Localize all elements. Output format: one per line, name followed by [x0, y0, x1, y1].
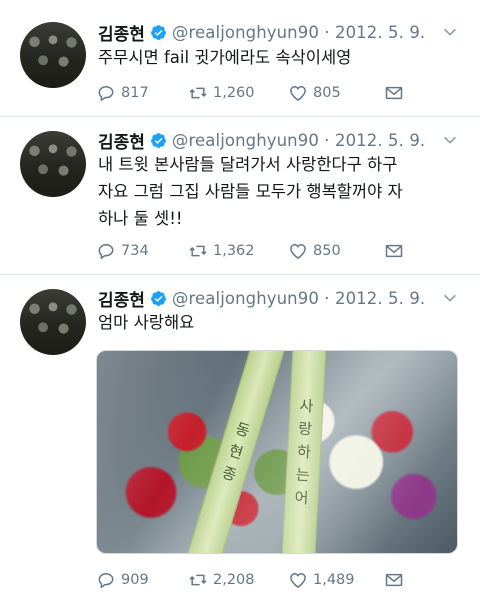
direct-message-button[interactable]: [384, 81, 409, 105]
chevron-down-icon[interactable]: [442, 24, 458, 40]
like-button[interactable]: 850: [288, 239, 341, 263]
reply-icon: [98, 572, 114, 589]
avatar[interactable]: [20, 289, 86, 355]
retweet-count: 1,260: [213, 85, 255, 101]
avatar[interactable]: [20, 131, 86, 197]
reply-count: 909: [121, 572, 149, 588]
tweet-actions: 909 2,208 1,489: [96, 568, 416, 592]
retweet-button[interactable]: 1,260: [188, 81, 255, 105]
verified-badge-icon: [150, 290, 166, 306]
tweet-text: 엄마 사랑해요: [98, 309, 468, 336]
tweet-1[interactable]: 김종현 @realjonghyun90 · 2012. 5. 9. 주무시면 f…: [0, 0, 480, 117]
retweet-count: 2,208: [213, 572, 255, 588]
handle-and-date[interactable]: @realjonghyun90 · 2012. 5. 9.: [172, 131, 425, 150]
chevron-down-icon[interactable]: [442, 132, 458, 148]
cellophane-shine: [97, 351, 457, 553]
display-name[interactable]: 김종현: [98, 20, 145, 45]
envelope-icon: [385, 573, 403, 587]
heart-icon: [290, 243, 306, 259]
verified-badge-icon: [150, 24, 166, 40]
like-button[interactable]: 805: [288, 81, 341, 105]
tweet-2[interactable]: 김종현 @realjonghyun90 · 2012. 5. 9. 내 트윗 본…: [0, 117, 480, 275]
retweet-icon: [189, 574, 207, 586]
reply-button[interactable]: 817: [96, 81, 149, 105]
tweet-text-line: 주무시면 fail 귓가에라도 속삭이세영: [98, 48, 352, 67]
like-count: 850: [313, 243, 341, 259]
retweet-icon: [189, 245, 207, 257]
like-count: 805: [313, 85, 341, 101]
envelope-icon: [385, 244, 403, 258]
heart-icon: [290, 85, 306, 101]
tweet-3[interactable]: 김종현 @realjonghyun90 · 2012. 5. 9. 엄마 사랑해…: [0, 275, 480, 608]
display-name[interactable]: 김종현: [98, 128, 145, 153]
retweet-icon: [189, 87, 207, 99]
tweet-text-line: 자요 그럼 그집 사람들 모두가 행복할꺼야 자: [98, 182, 403, 201]
handle-and-date[interactable]: @realjonghyun90 · 2012. 5. 9.: [172, 23, 425, 42]
like-count: 1,489: [313, 572, 355, 588]
tweet-text-line: 내 트윗 본사람들 달려가서 사랑한다구 하구: [98, 155, 398, 174]
tweet-actions: 734 1,362 850: [96, 239, 416, 263]
retweet-button[interactable]: 1,362: [188, 239, 255, 263]
verified-badge-icon: [150, 132, 166, 148]
tweet-text-line: 엄마 사랑해요: [98, 313, 195, 332]
tweet-actions: 817 1,260 805: [96, 81, 416, 105]
reply-button[interactable]: 909: [96, 568, 149, 592]
avatar[interactable]: [20, 22, 86, 88]
heart-icon: [290, 572, 306, 588]
like-button[interactable]: 1,489: [288, 568, 355, 592]
chevron-down-icon[interactable]: [442, 290, 458, 306]
tweet-text: 주무시면 fail 귓가에라도 속삭이세영: [98, 44, 468, 71]
envelope-icon: [385, 86, 403, 100]
reply-count: 817: [121, 85, 149, 101]
reply-count: 734: [121, 243, 149, 259]
tweet-text: 내 트윗 본사람들 달려가서 사랑한다구 하구 자요 그럼 그집 사람들 모두가…: [98, 151, 468, 232]
direct-message-button[interactable]: [384, 239, 409, 263]
handle-and-date[interactable]: @realjonghyun90 · 2012. 5. 9.: [172, 289, 425, 308]
reply-button[interactable]: 734: [96, 239, 149, 263]
tweet-header: 김종현 @realjonghyun90 · 2012. 5. 9.: [98, 18, 425, 46]
retweet-count: 1,362: [213, 243, 255, 259]
tweet-header: 김종현 @realjonghyun90 · 2012. 5. 9.: [98, 284, 425, 312]
tweet-header: 김종현 @realjonghyun90 · 2012. 5. 9.: [98, 126, 425, 154]
reply-icon: [98, 243, 114, 260]
retweet-button[interactable]: 2,208: [188, 568, 255, 592]
display-name[interactable]: 김종현: [98, 286, 145, 311]
direct-message-button[interactable]: [384, 568, 409, 592]
tweet-text-line: 하나 둘 셋!!: [98, 209, 183, 228]
reply-icon: [98, 85, 114, 102]
tweet-photo[interactable]: 동 현 종 사 랑 하 는 어: [96, 350, 458, 554]
